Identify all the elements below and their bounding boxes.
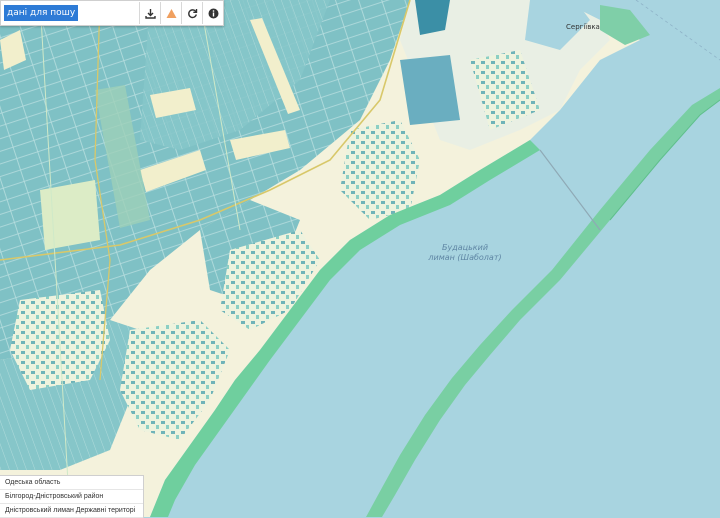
liman-label: Будацький лиман (Шаболат) xyxy=(415,243,515,263)
district-row: Білгород-Дністровський район xyxy=(0,490,143,504)
region-row: Одеська область xyxy=(0,476,143,490)
search-input[interactable] xyxy=(4,5,78,21)
cadastral-map[interactable] xyxy=(0,0,720,517)
map-toolbar xyxy=(0,0,224,26)
info-button[interactable] xyxy=(202,2,223,24)
download-button[interactable] xyxy=(139,2,160,24)
town-label: Сергіївка xyxy=(566,23,600,31)
download-icon xyxy=(144,8,156,19)
info-icon xyxy=(208,8,218,18)
liman-label-line2: лиман (Шаболат) xyxy=(428,253,502,262)
liman-label-line1: Будацький xyxy=(441,243,489,252)
refresh-button[interactable] xyxy=(181,2,202,24)
location-info-panel: Одеська область Білгород-Дністровський р… xyxy=(0,475,144,518)
warning-button[interactable] xyxy=(160,2,181,24)
warning-icon xyxy=(166,8,176,18)
territory-row: Дністровський лиман Державні територі xyxy=(0,504,143,518)
refresh-icon xyxy=(187,8,197,18)
